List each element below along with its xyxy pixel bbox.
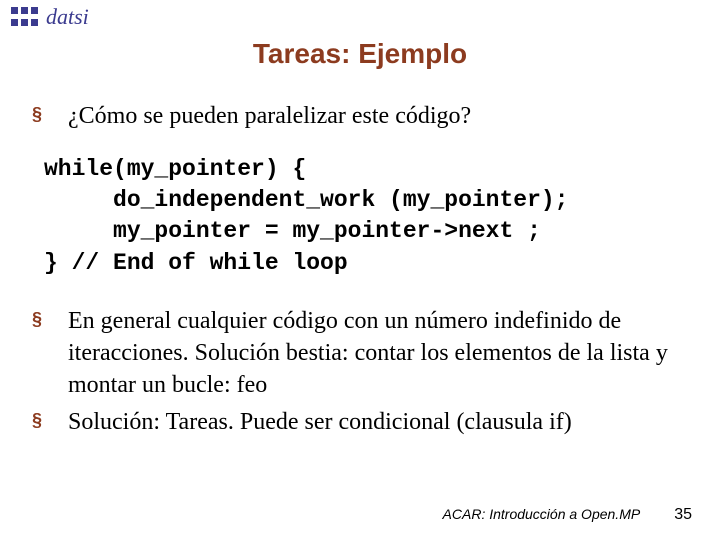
- bullet-text: ¿Cómo se pueden paralelizar este código?: [68, 100, 688, 132]
- bullet-item: § En general cualquier código con un núm…: [32, 305, 688, 402]
- code-block: while(my_pointer) { do_independent_work …: [44, 154, 688, 278]
- logo-text: datsi: [46, 6, 89, 28]
- bullet-text: Solución: Tareas. Puede ser condicional …: [68, 406, 688, 438]
- slide-title: Tareas: Ejemplo: [28, 38, 692, 70]
- bullet-text: En general cualquier código con un númer…: [68, 305, 688, 402]
- page-number: 35: [674, 506, 692, 524]
- bullet-item: § Solución: Tareas. Puede ser condiciona…: [32, 406, 688, 438]
- slide-content: § ¿Cómo se pueden paralelizar este códig…: [28, 100, 692, 438]
- bullet-item: § ¿Cómo se pueden paralelizar este códig…: [32, 100, 688, 132]
- footer-text: ACAR: Introducción a Open.MP: [443, 506, 641, 522]
- footer: ACAR: Introducción a Open.MP 35: [443, 506, 692, 524]
- slide: datsi Tareas: Ejemplo § ¿Cómo se pueden …: [0, 0, 720, 540]
- bullet-icon: §: [32, 308, 50, 331]
- bullet-icon: §: [32, 409, 50, 432]
- bullet-icon: §: [32, 103, 50, 126]
- logo-icon: [10, 6, 42, 28]
- logo: datsi: [10, 6, 89, 28]
